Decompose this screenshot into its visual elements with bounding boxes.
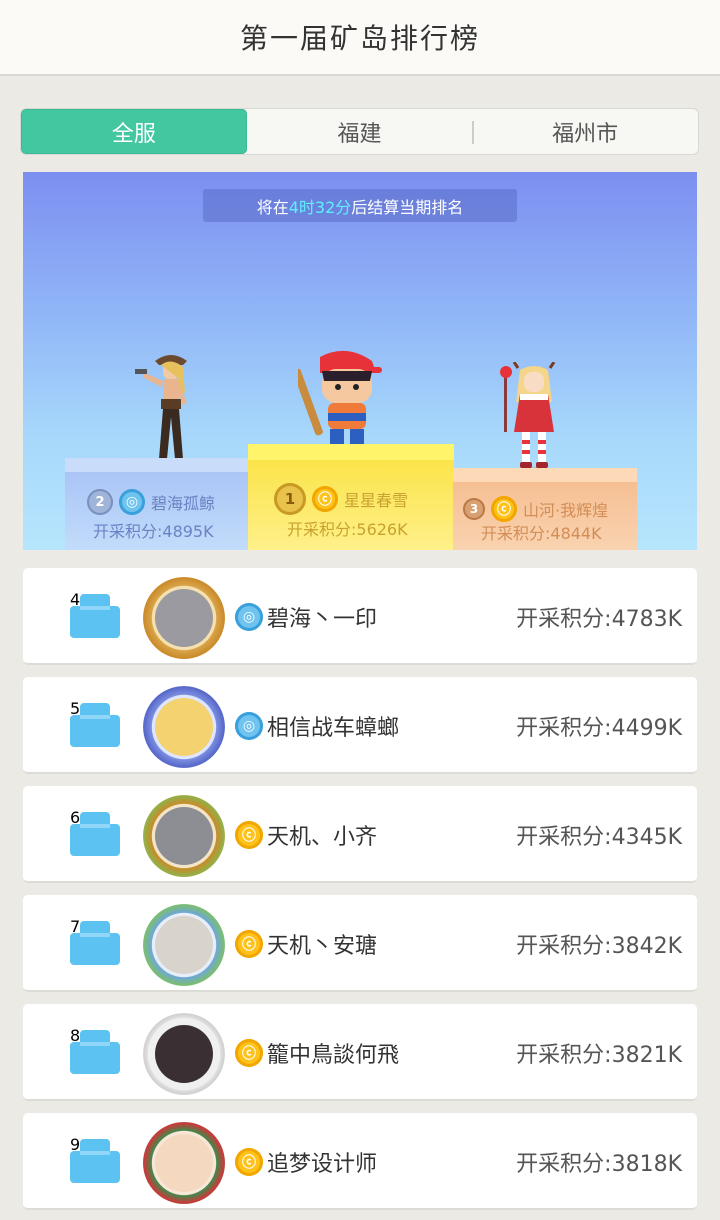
avatar <box>143 577 225 659</box>
ranking-row[interactable]: 7 ⓒ 天机丶安瑭 开采积分:3842K <box>23 895 697 992</box>
ranking-row[interactable]: 9 ⓒ 追梦设计师 开采积分:3818K <box>23 1113 697 1210</box>
rank1-name: 星星春雪 <box>344 491 409 510</box>
rank3-player[interactable]: 3 ⓒ 山河·我辉煌 <box>463 496 608 522</box>
region-tabs: 全服 福建 福州市 <box>20 108 699 155</box>
rank3-character-image <box>500 362 556 473</box>
rank3-name: 山河·我辉煌 <box>523 501 609 520</box>
gold-medal-icon: 1 <box>274 483 306 515</box>
rank2-name: 碧海孤鲸 <box>151 494 216 513</box>
player-name: 籠中鳥談何飛 <box>267 1043 400 1068</box>
avatar <box>143 1122 225 1204</box>
tab-fujian[interactable]: 福建 <box>247 109 473 154</box>
rank3-score: 开采积分:4844K <box>481 524 602 543</box>
rank2-character-image <box>135 355 193 466</box>
player-name: 天机、小齐 <box>267 825 378 850</box>
gold-emblem-icon: ⓒ <box>235 821 263 849</box>
avatar <box>143 1013 225 1095</box>
ranking-row[interactable]: 6 ⓒ 天机、小齐 开采积分:4345K <box>23 786 697 883</box>
blue-emblem-icon: ◎ <box>235 603 263 631</box>
player-score: 开采积分:3821K <box>516 1043 682 1068</box>
top3-banner: 将在 4时32分 后结算当期排名 2 ◎ 碧海孤鲸 开采积分:4895K 1 ⓒ… <box>23 172 697 550</box>
rank2-player[interactable]: 2 ◎ 碧海孤鲸 <box>87 489 215 515</box>
player-name: 碧海丶一印 <box>267 607 378 632</box>
rank1-score: 开采积分:5626K <box>287 520 408 539</box>
blue-emblem-icon: ◎ <box>119 489 145 515</box>
player-score: 开采积分:4345K <box>516 825 682 850</box>
gold-emblem-icon: ⓒ <box>235 930 263 958</box>
gold-emblem-icon: ⓒ <box>235 1039 263 1067</box>
gold-emblem-icon: ⓒ <box>235 1148 263 1176</box>
app-header: 第一届矿岛排行榜 <box>0 0 720 76</box>
ranking-row[interactable]: 4 ◎ 碧海丶一印 开采积分:4783K <box>23 568 697 665</box>
player-name: 相信战车蟑螂 <box>267 716 400 741</box>
silver-medal-icon: 2 <box>87 489 113 515</box>
bronze-medal-icon: 3 <box>463 498 485 520</box>
ranking-row[interactable]: 5 ◎ 相信战车蟑螂 开采积分:4499K <box>23 677 697 774</box>
player-name: 天机丶安瑭 <box>267 934 378 959</box>
settlement-notice: 将在 4时32分 后结算当期排名 <box>203 189 517 222</box>
player-score: 开采积分:4499K <box>516 716 682 741</box>
page-title: 第一届矿岛排行榜 <box>239 22 480 55</box>
player-score: 开采积分:3842K <box>516 934 682 959</box>
avatar <box>143 686 225 768</box>
gold-emblem-icon: ⓒ <box>491 496 517 522</box>
player-name: 追梦设计师 <box>267 1152 378 1177</box>
gold-emblem-icon: ⓒ <box>312 486 338 512</box>
tab-all-servers[interactable]: 全服 <box>21 109 247 154</box>
blue-emblem-icon: ◎ <box>235 712 263 740</box>
rank1-player[interactable]: 1 ⓒ 星星春雪 <box>274 483 408 515</box>
rank2-score: 开采积分:4895K <box>93 522 214 541</box>
countdown-time: 4时32分 <box>288 197 352 217</box>
avatar <box>143 795 225 877</box>
avatar <box>143 904 225 986</box>
player-score: 开采积分:4783K <box>516 607 682 632</box>
player-score: 开采积分:3818K <box>516 1152 682 1177</box>
rank1-character-image <box>298 350 382 456</box>
tab-fuzhou[interactable]: 福州市 <box>472 109 698 154</box>
ranking-row[interactable]: 8 ⓒ 籠中鳥談何飛 开采积分:3821K <box>23 1004 697 1101</box>
